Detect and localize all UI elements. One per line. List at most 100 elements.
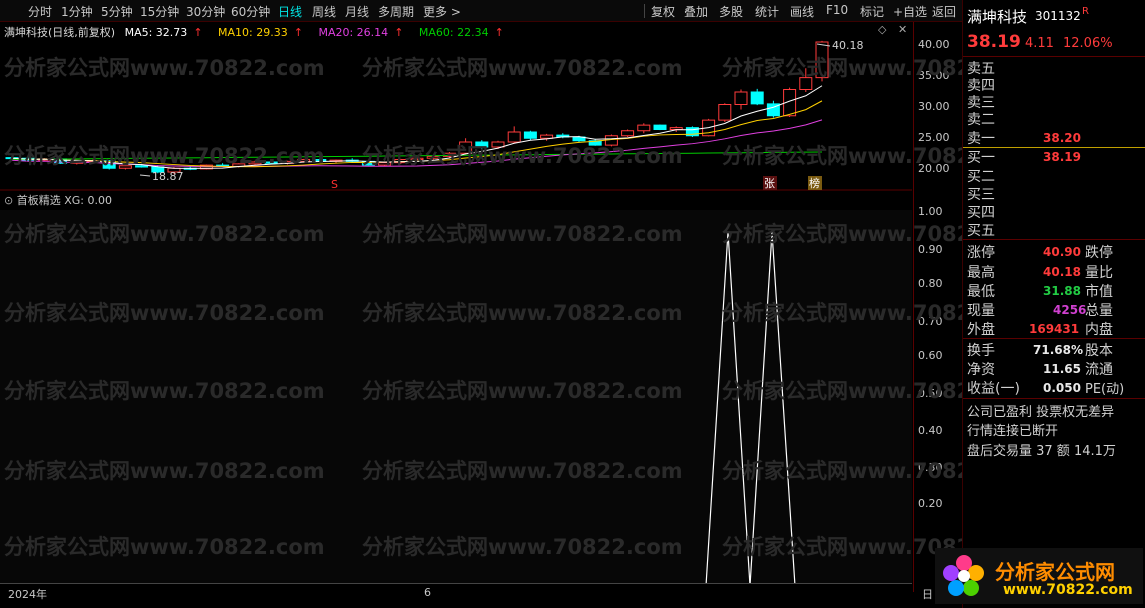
share-capital-label: 股本: [1085, 343, 1113, 359]
bid-1-price: 38.19: [1043, 150, 1081, 164]
limit-up-value: 40.90: [1043, 245, 1081, 259]
low-label: 最低: [967, 284, 995, 300]
high-value: 40.18: [1043, 265, 1081, 279]
statistics-button[interactable]: 统计: [755, 3, 779, 20]
current-volume-value: 4256: [1053, 303, 1087, 317]
period-60min[interactable]: 60分钟: [231, 3, 270, 20]
price-tick: 40.00: [918, 38, 950, 51]
period-more[interactable]: 更多 >: [423, 3, 461, 20]
candle-body: [718, 104, 732, 121]
kline-svg: 40.18 18.87 S 张 榜: [0, 39, 912, 191]
current-price: 38.19: [967, 32, 1021, 52]
period-daily[interactable]: 日线: [278, 3, 302, 20]
pe-label: PE(动): [1085, 382, 1125, 397]
candle-body: [248, 161, 262, 165]
low-mark-pointer: [139, 174, 151, 177]
quote-panel: 满坤科技 301132 R 38.19 4.11 12.06% 卖五 卖四 卖三…: [962, 0, 1145, 608]
candle-body: [264, 161, 278, 164]
indicator-tick: 0.80: [918, 277, 943, 290]
period-fenshi[interactable]: 分时: [28, 3, 52, 20]
time-axis: 2024年 6 日: [0, 583, 933, 603]
divider: [963, 398, 1145, 399]
indicator-tick: 0.60: [918, 349, 943, 362]
stock-name: 满坤科技: [967, 8, 1028, 26]
f10-button[interactable]: F10: [826, 3, 848, 17]
marker-bang: 榜: [809, 176, 820, 190]
price-tick: 35.00: [918, 69, 950, 82]
marker-zhang: 张: [764, 177, 775, 190]
ma10-line: [11, 100, 823, 168]
eps-value: 0.050: [1043, 381, 1081, 395]
flower-logo-icon: [943, 555, 984, 596]
axis-divider: [913, 22, 914, 592]
candle-body: [297, 159, 311, 162]
note-profit: 公司已盈利 投票权无差异: [967, 405, 1115, 420]
stock-flag: R: [1082, 6, 1089, 17]
add-favorite-button[interactable]: +自选: [893, 3, 927, 20]
period-multi[interactable]: 多周期: [378, 3, 414, 20]
candle-body: [750, 91, 764, 105]
note-connection: 行情连接已断开: [967, 424, 1059, 439]
divider: [963, 56, 1145, 57]
low-price-mark: 18.87: [152, 170, 184, 183]
price-change: 4.11: [1025, 36, 1054, 51]
kline-chart-area: 满坤科技(日线,前复权) MA5: 32.73 ↑ MA10: 29.33 ↑ MA…: [0, 22, 912, 592]
price-change-pct: 12.06%: [1063, 36, 1113, 51]
total-volume-label: 总量: [1085, 303, 1113, 319]
volume-ratio-label: 量比: [1085, 265, 1113, 281]
candle-body: [118, 165, 132, 169]
outer-volume-value: 169431: [1029, 322, 1080, 336]
candle-body: [637, 124, 651, 132]
high-label: 最高: [967, 265, 995, 281]
period-weekly[interactable]: 周线: [312, 3, 336, 20]
current-volume-label: 现量: [967, 303, 995, 319]
float-share-label: 流通: [1085, 362, 1113, 378]
period-30min[interactable]: 30分钟: [186, 3, 225, 20]
draw-line-button[interactable]: 画线: [790, 3, 814, 20]
bid-level-2: 买二: [967, 169, 995, 185]
inner-volume-label: 内盘: [1085, 322, 1113, 338]
period-15min[interactable]: 15分钟: [140, 3, 179, 20]
eps-label: 收益(一): [967, 381, 1020, 397]
candle-body: [459, 141, 473, 154]
indicator-svg: [0, 210, 912, 588]
note-after-hours: 盘后交易量 37 额 14.1万: [967, 444, 1116, 459]
candle-body: [135, 165, 149, 168]
net-asset-label: 净资: [967, 362, 995, 378]
ask-1-price: 38.20: [1043, 131, 1081, 145]
bid-level-3: 买三: [967, 187, 995, 203]
period-5min[interactable]: 5分钟: [101, 3, 133, 20]
fuquan-button[interactable]: 复权: [651, 3, 675, 20]
candle-body: [523, 131, 537, 139]
time-label-month: 6: [424, 586, 431, 599]
mark-button[interactable]: 标记: [860, 3, 884, 20]
indicator-tick: 0.30: [918, 461, 943, 474]
logo-url: www.70822.com: [1003, 582, 1133, 598]
divider: [963, 338, 1145, 339]
ask-level-2: 卖二: [967, 112, 995, 128]
limit-down-label: 跌停: [1085, 245, 1113, 261]
indicator-tick: 0.90: [918, 243, 943, 256]
outer-volume-label: 外盘: [967, 322, 995, 338]
period-monthly[interactable]: 月线: [345, 3, 369, 20]
bid-level-4: 买四: [967, 205, 995, 221]
indicator-tick: 0.50: [918, 387, 943, 400]
indicator-header: ⊙ 首板精选 XG: 0.00: [4, 192, 112, 208]
chevron-down-icon[interactable]: ⊙: [4, 194, 13, 207]
candle-body: [815, 41, 829, 79]
divider: [963, 239, 1145, 240]
net-asset-value: 11.65: [1043, 362, 1081, 376]
multi-stock-button[interactable]: 多股: [719, 3, 743, 20]
back-button[interactable]: 返回: [932, 3, 956, 20]
indicator-title: 首板精选 XG: 0.00: [16, 194, 112, 207]
period-1min[interactable]: 1分钟: [61, 3, 93, 20]
high-price-mark: 40.18: [832, 39, 864, 52]
limit-up-label: 涨停: [967, 245, 995, 261]
overlay-button[interactable]: 叠加: [684, 3, 708, 20]
time-label-day: 日: [922, 588, 933, 601]
candle-body: [426, 155, 440, 159]
candle-body: [540, 134, 554, 139]
toolbar-divider: [644, 4, 645, 18]
marker-s: S: [331, 178, 338, 191]
price-tick: 25.00: [918, 131, 950, 144]
